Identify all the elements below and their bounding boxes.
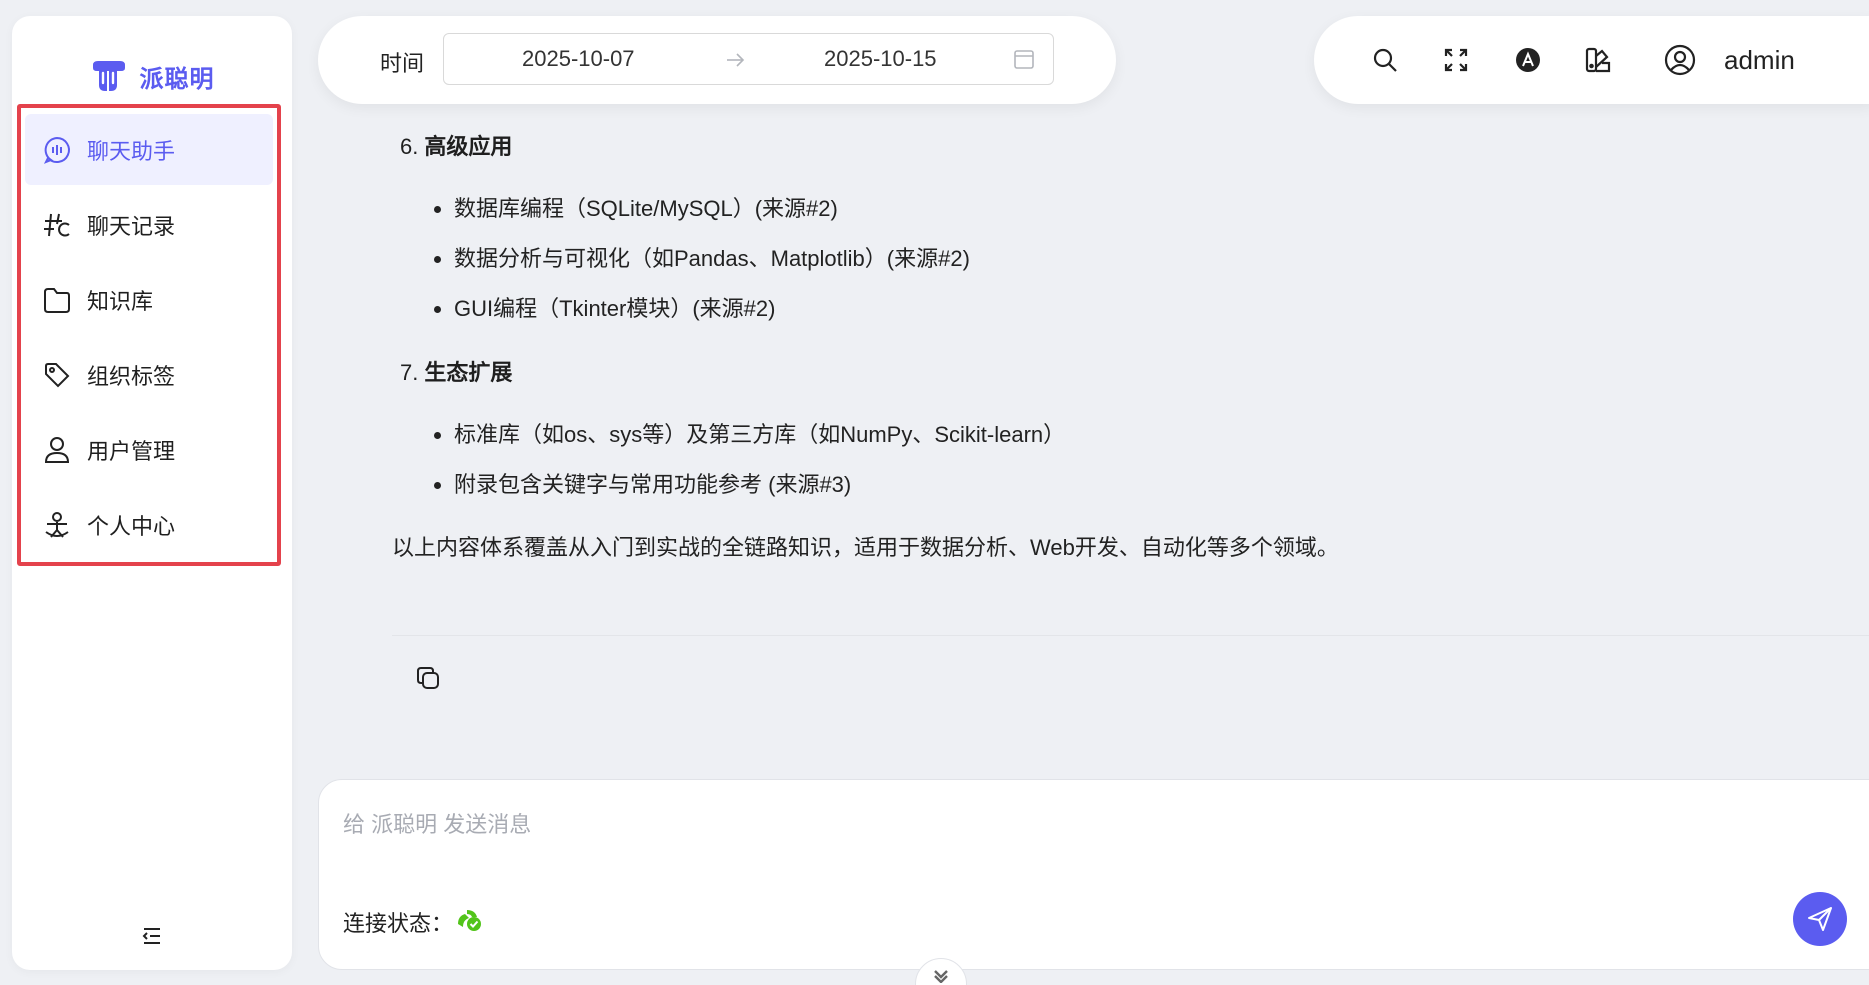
user-menu-button[interactable] [1664, 44, 1696, 76]
sidebar-item-label: 聊天助手 [87, 138, 176, 164]
bullet-list: 标准库（如os、sys等）及第三方库（如NumPy、Scikit-learn） … [434, 410, 1852, 510]
collapse-sidebar-button[interactable] [138, 922, 166, 950]
hash-history-icon [41, 209, 73, 241]
search-icon [1373, 48, 1397, 72]
sidebar-item-user-management[interactable]: 用户管理 [25, 414, 273, 485]
section-title: 6. 高级应用 [400, 132, 1852, 162]
list-item: 附录包含关键字与常用功能参考 (来源#3) [434, 460, 1852, 510]
sidebar-item-label: 聊天记录 [87, 213, 176, 239]
tag-icon [41, 359, 73, 391]
collapse-menu-icon [142, 928, 160, 944]
language-button[interactable] [1512, 44, 1544, 76]
arrow-right-icon [727, 53, 745, 67]
chat-message: 6. 高级应用 数据库编程（SQLite/MySQL）(来源#2) 数据分析与可视… [392, 132, 1852, 562]
theme-button[interactable] [1582, 44, 1614, 76]
user-avatar-icon [1664, 44, 1696, 76]
sidebar-item-label: 知识库 [87, 288, 154, 314]
brand-name: 派聪明 [139, 65, 215, 93]
list-item: GUI编程（Tkinter模块）(来源#2) [434, 284, 1852, 334]
date-start-input[interactable]: 2025-10-07 [522, 46, 635, 72]
section-title: 7. 生态扩展 [400, 358, 1852, 388]
sidebar-item-personal-center[interactable]: 个人中心 [25, 489, 273, 560]
section-number: 7. [400, 360, 419, 385]
sidebar-item-label: 个人中心 [87, 513, 176, 539]
list-item: 标准库（如os、sys等）及第三方库（如NumPy、Scikit-learn） [434, 410, 1852, 460]
search-button[interactable] [1369, 44, 1401, 76]
sidebar-item-label: 组织标签 [87, 363, 176, 389]
summary-text: 以上内容体系覆盖从入门到实战的全链路知识，适用于数据分析、Web开发、自动化等多… [392, 535, 1339, 560]
chevron-down-icon [934, 970, 948, 983]
username[interactable]: admin [1724, 45, 1795, 76]
section-title-text: 生态扩展 [424, 360, 513, 385]
send-paper-plane-icon [1808, 907, 1832, 931]
list-item: 数据库编程（SQLite/MySQL）(来源#2) [434, 184, 1852, 234]
calendar-icon[interactable] [1013, 48, 1035, 70]
send-button[interactable] [1793, 892, 1847, 946]
user-icon [41, 434, 73, 466]
sidebar-menu: 聊天助手 聊天记录 知识库 组织标签 用户管理 个人中心 [17, 104, 281, 566]
copy-icon [417, 667, 439, 689]
person-center-icon [41, 509, 73, 541]
section-title-text: 高级应用 [424, 134, 513, 159]
message-input[interactable] [343, 800, 1743, 850]
message-divider [392, 635, 1869, 636]
bullet-list: 数据库编程（SQLite/MySQL）(来源#2) 数据分析与可视化（如Pand… [434, 184, 1852, 334]
toolbar: admin [1314, 16, 1869, 104]
date-end-input[interactable]: 2025-10-15 [824, 46, 937, 72]
brand-logo-icon [92, 61, 125, 91]
sidebar-item-label: 用户管理 [87, 438, 176, 464]
message-composer: 连接状态： [318, 779, 1869, 970]
sidebar-item-org-tags[interactable]: 组织标签 [25, 339, 273, 410]
fullscreen-icon [1444, 48, 1468, 72]
brand[interactable]: 派聪明 [12, 56, 292, 96]
sidebar: 派聪明 聊天助手 聊天记录 知识库 组织标签 用户管理 个人中心 [12, 16, 292, 970]
fullscreen-button[interactable] [1440, 44, 1472, 76]
date-range-picker[interactable]: 2025-10-07 2025-10-15 [443, 33, 1054, 85]
sidebar-item-knowledge-base[interactable]: 知识库 [25, 264, 273, 335]
folder-icon [41, 284, 73, 316]
sidebar-item-chat-assistant[interactable]: 聊天助手 [25, 114, 273, 185]
list-item: 数据分析与可视化（如Pandas、Matplotlib）(来源#2) [434, 234, 1852, 284]
sidebar-item-chat-history[interactable]: 聊天记录 [25, 189, 273, 260]
chat-bubble-icon [41, 134, 73, 166]
copy-button[interactable] [414, 664, 442, 692]
theme-palette-icon [1585, 47, 1611, 73]
time-label: 时间 [380, 51, 425, 76]
connection-status-label: 连接状态： [343, 911, 454, 936]
connection-ok-icon [458, 910, 481, 931]
language-icon [1516, 48, 1540, 72]
date-filter-bar: 时间 2025-10-07 2025-10-15 [318, 16, 1116, 104]
section-number: 6. [400, 134, 419, 159]
